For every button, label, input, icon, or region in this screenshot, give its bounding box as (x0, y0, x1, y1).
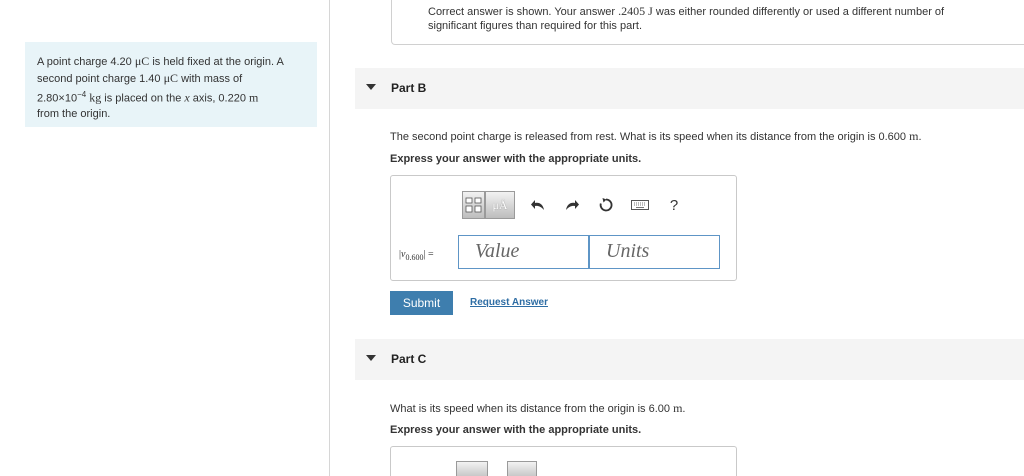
help-button[interactable]: ? (657, 191, 691, 219)
value-input[interactable]: Value (458, 235, 589, 269)
help-icon: ? (669, 196, 679, 214)
units-button[interactable] (507, 461, 537, 476)
part-c-answer-box (390, 446, 737, 476)
chevron-down-icon[interactable] (366, 84, 376, 90)
part-b-question: The second point charge is released from… (390, 129, 922, 143)
units-icon: μÅ (492, 197, 508, 212)
feedback-text: Correct answer is shown. Your answer .24… (428, 4, 945, 32)
keyboard-button[interactable] (623, 191, 657, 219)
problem-statement: A point charge 4.20 μC is held fixed at … (25, 42, 317, 127)
part-c-title: Part C (391, 352, 427, 366)
answer-variable-label: |v0.600| = (399, 249, 434, 262)
reset-icon (599, 198, 613, 212)
part-c-header[interactable]: Part C (355, 339, 1024, 380)
units-input[interactable]: Units (589, 235, 720, 269)
panel-divider (329, 0, 330, 476)
part-b-title: Part B (391, 81, 427, 95)
reset-button[interactable] (589, 191, 623, 219)
part-b-answer-box: μÅ ? |v0.600| = Value Units (390, 175, 737, 281)
part-a-feedback: Correct answer is shown. Your answer .24… (391, 0, 1024, 45)
templates-icon (465, 197, 481, 213)
part-c-question: What is its speed when its distance from… (390, 401, 686, 415)
math-toolbar: μÅ ? (462, 191, 691, 219)
request-answer-link[interactable]: Request Answer (470, 297, 548, 308)
templates-button[interactable] (456, 461, 488, 476)
part-b-header[interactable]: Part B (355, 68, 1024, 109)
chevron-down-icon[interactable] (366, 355, 376, 361)
units-button[interactable]: μÅ (485, 191, 515, 219)
part-b-instruction: Express your answer with the appropriate… (390, 153, 642, 165)
redo-button[interactable] (555, 191, 589, 219)
submit-button[interactable]: Submit (390, 291, 453, 315)
redo-icon (566, 200, 579, 210)
keyboard-icon (631, 200, 649, 210)
part-c-instruction: Express your answer with the appropriate… (390, 424, 642, 436)
undo-button[interactable] (521, 191, 555, 219)
templates-button[interactable] (462, 191, 485, 219)
undo-icon (531, 200, 544, 210)
problem-text: A point charge 4.20 μC is held fixed at … (37, 54, 284, 121)
